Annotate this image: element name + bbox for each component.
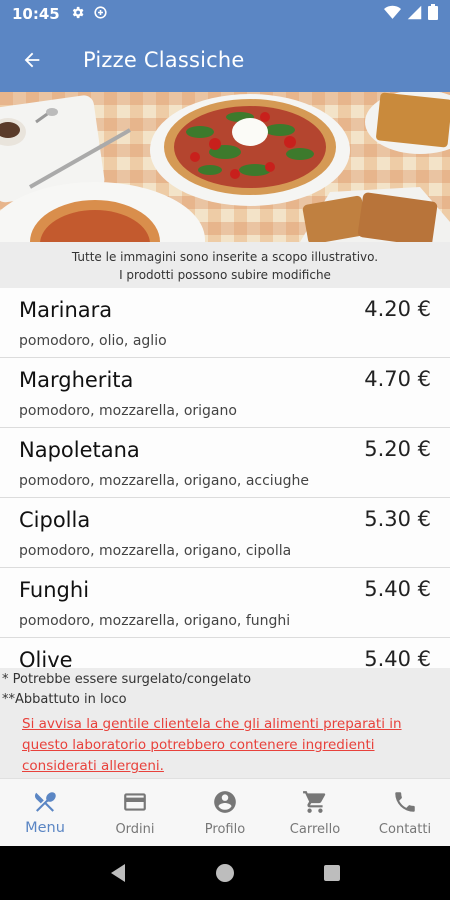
cart-icon: [302, 788, 328, 816]
item-price: 4.70 €: [364, 367, 431, 391]
settings-icon: [70, 5, 85, 24]
hero-image: [0, 92, 450, 242]
item-price: 5.40 €: [364, 647, 431, 668]
page-title: Pizze Classiche: [83, 48, 245, 72]
item-description: pomodoro, mozzarella, origano, acciughe: [19, 473, 309, 489]
item-name: Napoletana: [19, 438, 140, 462]
item-description: pomodoro, olio, aglio: [19, 333, 167, 349]
item-name: Funghi: [19, 578, 90, 602]
nav-menu[interactable]: Menu: [0, 779, 90, 846]
item-price: 5.20 €: [364, 437, 431, 461]
nav-label: Profilo: [204, 822, 246, 837]
image-disclaimer: Tutte le immagini sono inserite a scopo …: [0, 242, 450, 288]
item-description: pomodoro, mozzarella, origano: [19, 403, 237, 419]
data-saver-icon: [93, 5, 108, 24]
app-bar: Pizze Classiche: [0, 28, 450, 92]
status-bar: 10:45: [0, 0, 450, 28]
account-icon: [212, 788, 238, 816]
nav-label: Carrello: [289, 822, 341, 837]
signal-icon: [407, 5, 422, 24]
menu-item-napoletana[interactable]: Napoletana 5.20 € pomodoro, mozzarella, …: [0, 428, 450, 498]
item-name: Marinara: [19, 298, 113, 322]
nav-contatti[interactable]: Contatti: [360, 779, 450, 846]
arrow-back-icon: [24, 52, 40, 68]
nav-carrello[interactable]: Carrello: [270, 779, 360, 846]
nav-label: Menu: [25, 820, 65, 836]
frozen-note: * Potrebbe essere surgelato/congelato: [2, 672, 252, 687]
menu-item-marinara[interactable]: Marinara 4.20 € pomodoro, olio, aglio: [0, 288, 450, 358]
system-navigation-bar: [0, 846, 450, 900]
allergen-warning-link[interactable]: Si avvisa la gentile clientela che gli a…: [0, 710, 450, 777]
item-name: Olive: [19, 648, 73, 668]
bottom-navigation: Menu Ordini Profilo Carrello Contatti: [0, 778, 450, 846]
card-icon: [122, 788, 148, 816]
system-recents-button[interactable]: [312, 853, 352, 893]
wifi-icon: [384, 5, 401, 24]
circle-home-icon: [215, 864, 234, 882]
triangle-back-icon: [111, 864, 126, 882]
system-back-button[interactable]: [98, 853, 138, 893]
system-home-button[interactable]: [205, 853, 245, 893]
nav-label: Ordini: [115, 822, 155, 837]
disclaimer-line-1: Tutte le immagini sono inserite a scopo …: [71, 250, 379, 264]
item-description: pomodoro, mozzarella, origano, cipolla: [19, 543, 292, 559]
square-recents-icon: [323, 865, 340, 881]
nav-ordini[interactable]: Ordini: [90, 779, 180, 846]
item-name: Margherita: [19, 368, 134, 392]
menu-item-margherita[interactable]: Margherita 4.70 € pomodoro, mozzarella, …: [0, 358, 450, 428]
disclaimer-line-2: I prodotti possono subire modifiche: [119, 268, 331, 282]
item-price: 5.40 €: [364, 577, 431, 601]
item-price: 5.30 €: [364, 507, 431, 531]
phone-icon: [392, 788, 418, 816]
nav-label: Contatti: [378, 822, 432, 837]
blast-chilled-note: **Abbattuto in loco: [2, 692, 127, 707]
nav-profilo[interactable]: Profilo: [180, 779, 270, 846]
menu-notes: * Potrebbe essere surgelato/congelato **…: [0, 668, 450, 778]
item-name: Cipolla: [19, 508, 91, 532]
item-description: pomodoro, mozzarella, origano, funghi: [19, 613, 291, 629]
cutlery-icon: [32, 788, 58, 816]
status-time: 10:45: [12, 5, 60, 23]
back-button[interactable]: [0, 28, 64, 92]
menu-list[interactable]: Marinara 4.20 € pomodoro, olio, aglio Ma…: [0, 288, 450, 668]
item-price: 4.20 €: [364, 297, 431, 321]
menu-item-cipolla[interactable]: Cipolla 5.30 € pomodoro, mozzarella, ori…: [0, 498, 450, 568]
menu-item-funghi[interactable]: Funghi 5.40 € pomodoro, mozzarella, orig…: [0, 568, 450, 638]
battery-icon: [428, 4, 438, 24]
menu-item-olive[interactable]: Olive 5.40 €: [0, 638, 450, 668]
